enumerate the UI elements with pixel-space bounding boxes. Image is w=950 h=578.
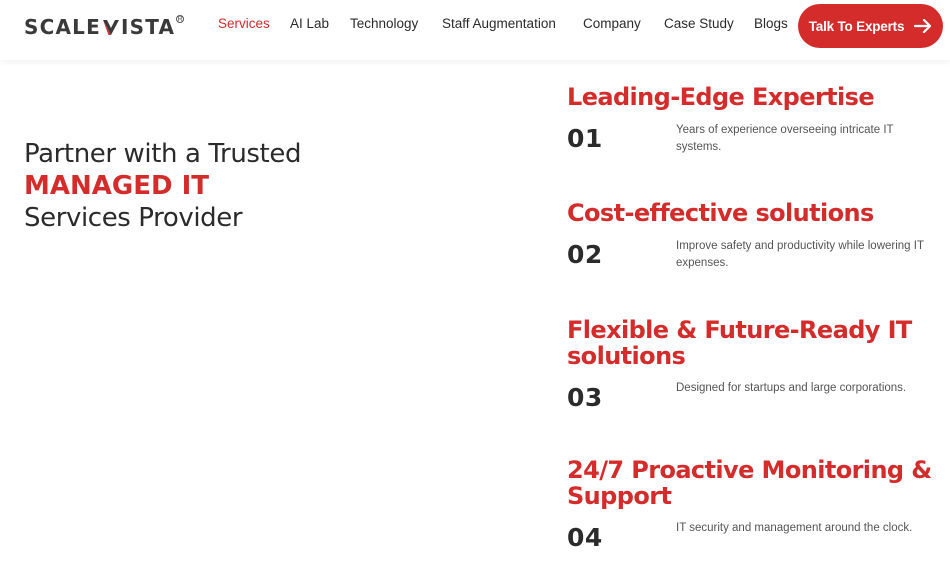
registered-icon: R [176,15,185,23]
scalevista-logo[interactable]: SCALE ISTA R [24,12,185,42]
feature-item: Flexible & Future-Ready IT solutions 03 … [567,316,937,412]
hero-line-accent: MANAGED IT [24,171,210,201]
cta-label: Talk To Experts [808,18,905,34]
feature-item: Cost-effective solutions 02 Improve safe… [567,199,937,269]
feature-item: 24/7 Proactive Monitoring & Support 04 I… [567,456,937,552]
feature-description: Designed for startups and large corporat… [676,382,907,394]
feature-title: Flexible & Future-Ready IT [567,316,912,344]
feature-number: 04 [567,523,603,552]
hero-line-3: Services Provider [24,203,243,233]
feature-description: IT security and management around the cl… [676,522,913,534]
nav-item-company[interactable]: Company [583,16,641,31]
nav-item-ai-lab[interactable]: AI Lab [290,16,329,31]
nav-item-blogs[interactable]: Blogs [754,16,788,31]
feature-title: 24/7 Proactive Monitoring & [567,456,932,484]
feature-title: Cost-effective solutions [567,199,874,227]
feature-description: Years of experience overseeing intricate… [676,124,894,153]
feature-number: 02 [567,240,603,269]
nav-item-case-study[interactable]: Case Study [664,16,734,31]
feature-title-line-2: solutions [567,342,686,370]
talk-to-experts-button[interactable]: Talk To Experts [798,4,943,48]
hero-heading: Partner with a Trusted MANAGED IT Servic… [24,138,444,234]
feature-title: Leading-Edge Expertise [567,83,875,111]
logo-v-mark-icon [102,20,119,35]
feature-description: Improve safety and productivity while lo… [676,240,924,269]
arrow-right-icon [914,19,932,33]
nav-item-staff-augmentation[interactable]: Staff Augmentation [442,16,556,31]
site-header: SCALE ISTA R Services AI Lab Technology … [0,0,950,60]
hero-line-1: Partner with a Trusted [24,139,302,169]
logo-text-part1: SCALE [24,15,101,39]
nav-item-services[interactable]: Services [218,16,270,31]
logo-text-part2: ISTA [120,15,176,39]
feature-title-line-2: Support [567,482,672,510]
nav-item-technology[interactable]: Technology [350,16,418,31]
feature-number: 01 [567,124,603,153]
feature-number: 03 [567,383,603,412]
logo-wordmark: SCALE ISTA [24,15,175,39]
feature-item: Leading-Edge Expertise 01 Years of exper… [567,83,937,153]
